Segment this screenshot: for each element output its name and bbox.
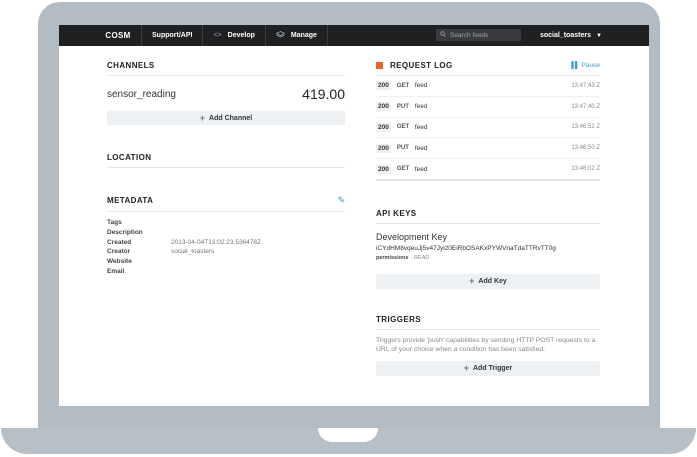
api-key-value[interactable]: iCYdHM8vqeuJj5v47Jyi20EiRbOSAKxPYWVnaTda… <box>376 245 600 252</box>
add-trigger-button[interactable]: + Add Trigger <box>376 360 600 376</box>
search-icon <box>440 31 446 39</box>
search-placeholder: Search feeds <box>450 31 489 39</box>
channels-title: CHANNELS <box>107 61 155 70</box>
request-path: feed <box>414 165 428 173</box>
api-key-permissions: permissions READ <box>376 255 600 261</box>
meta-key: Tags <box>107 219 122 227</box>
divider <box>107 211 345 212</box>
plus-icon: + <box>463 363 469 374</box>
user-menu[interactable]: social_toasters ▼ <box>540 25 602 46</box>
status-code-badge: 200 <box>376 102 391 112</box>
status-code-badge: 200 <box>376 164 391 174</box>
divider <box>107 167 345 168</box>
meta-row-tags: Tags <box>107 218 345 228</box>
add-channel-button[interactable]: + Add Channel <box>107 111 345 125</box>
status-code-badge: 200 <box>376 81 391 91</box>
log-entry[interactable]: 200 GET feed 13:46:52 Z <box>376 118 600 139</box>
add-key-label: Add Key <box>478 277 507 285</box>
divider <box>376 222 600 224</box>
status-code-badge: 200 <box>376 143 391 153</box>
pause-label: Pause <box>581 62 600 69</box>
channel-name: sensor_reading <box>107 88 176 100</box>
meta-value: social_toasters <box>171 248 215 256</box>
nav-support-api[interactable]: Support/API <box>141 25 202 46</box>
app-screen: COSM Support/API <> Develop Manage Searc… <box>59 25 649 406</box>
divider <box>376 328 600 330</box>
request-path: feed <box>414 82 428 90</box>
meta-key: Website <box>107 258 132 266</box>
request-path: feed <box>414 144 428 152</box>
request-time: 13:47:43 Z <box>571 82 600 89</box>
request-time: 13:47:40 Z <box>571 103 600 110</box>
log-entry[interactable]: 200 PUT feed 13:47:40 Z <box>376 97 600 118</box>
metadata-list: Tags Description Created 2013-04-04T13:0… <box>107 218 345 276</box>
meta-row-website: Website <box>107 257 345 267</box>
meta-key: Created <box>107 238 132 246</box>
request-log-title: REQUEST LOG <box>390 61 453 70</box>
status-code-badge: 200 <box>376 122 391 132</box>
permissions-value: READ <box>413 254 430 261</box>
metadata-title: METADATA <box>107 196 154 205</box>
nav-manage[interactable]: Manage <box>264 25 328 46</box>
request-log-header: REQUEST LOG ▌▌ Pause <box>376 61 600 70</box>
caret-down-icon: ▼ <box>595 32 602 39</box>
triggers-description: Triggers provide 'push' capabilities by … <box>376 336 596 353</box>
http-method: PUT <box>396 145 409 152</box>
log-entry[interactable]: 200 GET feed 13:47:43 Z <box>376 76 600 97</box>
http-method: GET <box>396 166 410 173</box>
left-column: CHANNELS sensor_reading 419.00 + Add Cha… <box>107 46 345 276</box>
plus-icon: + <box>199 113 206 123</box>
http-method: GET <box>396 82 410 89</box>
request-time: 13:46:02 Z <box>571 166 600 173</box>
meta-key: Email <box>107 267 125 275</box>
pause-button[interactable]: ▌▌ Pause <box>571 62 600 69</box>
channel-value: 419.00 <box>302 86 345 102</box>
search-input[interactable]: Search feeds <box>436 29 521 41</box>
request-time: 13:46:52 Z <box>571 124 600 131</box>
cosm-logo[interactable]: COSM <box>95 31 141 40</box>
meta-key: Description <box>107 229 143 237</box>
request-time: 13:46:50 Z <box>571 145 600 152</box>
request-path: feed <box>414 103 428 111</box>
log-status-icon <box>376 62 383 69</box>
layers-icon <box>275 30 286 41</box>
meta-value: 2013-04-04T13:02:23.536478Z <box>171 238 261 246</box>
right-column: REQUEST LOG ▌▌ Pause 200 GET feed 13:47:… <box>376 46 600 376</box>
nav-develop[interactable]: <> Develop <box>202 25 264 46</box>
meta-row-created: Created 2013-04-04T13:02:23.536478Z <box>107 237 345 247</box>
http-method: GET <box>396 124 410 131</box>
meta-row-email: Email <box>107 266 345 276</box>
meta-row-description: Description <box>107 228 345 238</box>
add-trigger-label: Add Trigger <box>472 364 513 372</box>
add-key-button[interactable]: + Add Key <box>376 273 600 289</box>
channel-row[interactable]: sensor_reading 419.00 <box>107 86 345 102</box>
request-log-title-group: REQUEST LOG <box>376 61 453 70</box>
permissions-label: permissions <box>376 254 409 261</box>
meta-row-creator: Creator social_toasters <box>107 247 345 257</box>
code-icon: <> <box>213 32 222 39</box>
username: social_toasters <box>540 32 591 39</box>
plus-icon: + <box>469 276 475 287</box>
divider <box>107 75 345 76</box>
request-path: feed <box>414 123 428 131</box>
metadata-header: METADATA ✎ <box>107 195 345 206</box>
nav-label: Develop <box>227 32 255 39</box>
log-entry[interactable]: 200 GET feed 13:46:02 Z <box>376 159 600 181</box>
laptop-notch <box>318 428 378 442</box>
pause-icon: ▌▌ <box>571 62 579 69</box>
meta-key: Creator <box>107 248 131 256</box>
http-method: PUT <box>396 103 409 110</box>
pencil-icon[interactable]: ✎ <box>337 195 345 206</box>
add-channel-label: Add Channel <box>209 114 253 122</box>
nav-label: Manage <box>290 32 317 39</box>
triggers-title: TRIGGERS <box>376 314 421 324</box>
request-log-list: 200 GET feed 13:47:43 Z 200 PUT feed 13:… <box>376 76 600 181</box>
api-key-name: Development Key <box>376 231 448 242</box>
location-title: LOCATION <box>107 153 152 162</box>
api-keys-title: API KEYS <box>376 208 417 218</box>
log-entry[interactable]: 200 PUT feed 13:46:50 Z <box>376 138 600 160</box>
nav-label: Support/API <box>152 32 193 39</box>
top-navbar: COSM Support/API <> Develop Manage Searc… <box>59 25 649 46</box>
